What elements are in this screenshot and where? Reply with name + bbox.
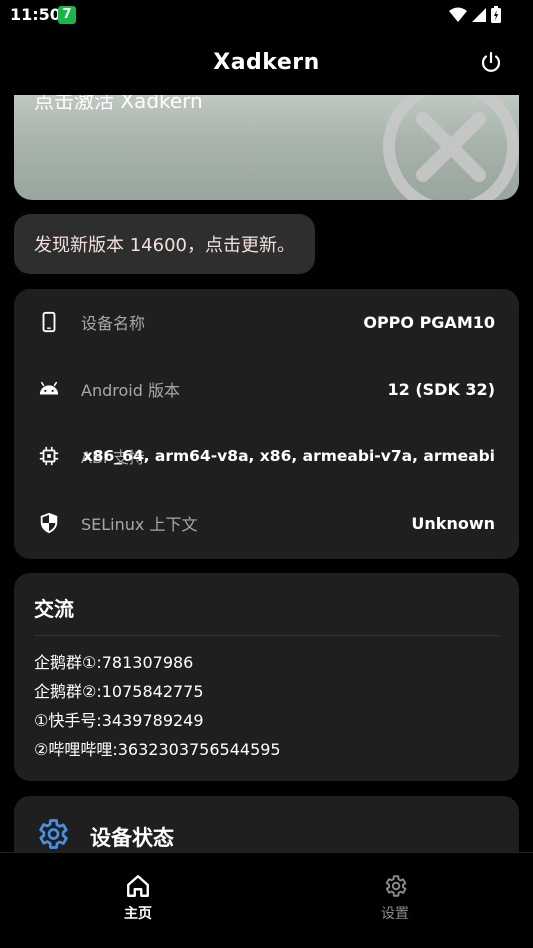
status-icons: [449, 6, 501, 23]
nav-label: 主页: [124, 906, 152, 922]
info-row-device-name: 设备名称 OPPO PGAM10: [14, 289, 519, 355]
close-circle-icon: [383, 95, 519, 200]
chip-icon: [39, 446, 59, 466]
status-bar: 11:50 7: [0, 0, 533, 30]
device-info-card: 设备名称 OPPO PGAM10 Android 版本 12 (SDK 32): [14, 289, 519, 559]
app-bar: Xadkern: [0, 30, 533, 94]
nav-item-home[interactable]: 主页: [78, 873, 198, 923]
phone-icon: [42, 311, 56, 333]
device-status-card[interactable]: 设备状态: [14, 796, 519, 852]
update-notice[interactable]: 发现新版本 14600，点击更新。: [14, 214, 315, 274]
main-content[interactable]: 点击激活 Xadkern 发现新版本 14600，点击更新。 设备名称 OPPO…: [0, 95, 533, 852]
status-time: 11:50: [10, 5, 61, 24]
banner-text: 点击激活 Xadkern: [34, 95, 203, 113]
device-status-title: 设备状态: [90, 826, 174, 850]
info-row-android-version: Android 版本 12 (SDK 32): [14, 356, 519, 422]
activation-banner[interactable]: 点击激活 Xadkern: [14, 95, 519, 200]
bottom-nav: 主页 设置: [0, 852, 533, 948]
power-icon[interactable]: [479, 50, 503, 74]
info-label: 设备名称: [81, 314, 146, 333]
battery-icon: [491, 6, 501, 23]
info-label: Android 版本: [81, 381, 180, 400]
info-value: Unknown: [411, 513, 495, 533]
gear-icon: [385, 875, 407, 897]
info-value: OPPO PGAM10: [363, 312, 495, 332]
communication-list: 企鹅群①:781307986 企鹅群②:1075842775 ①快手号:3439…: [34, 653, 281, 769]
wifi-icon: [449, 7, 467, 22]
nav-item-settings[interactable]: 设置: [335, 873, 455, 923]
nav-label: 设置: [381, 906, 409, 922]
list-item: 企鹅群①:781307986: [34, 653, 194, 672]
info-label: SELinux 上下文: [81, 515, 198, 534]
list-item: ②哔哩哔哩:3632303756544595: [34, 740, 281, 759]
info-value: 12 (SDK 32): [387, 379, 496, 399]
divider: [34, 635, 499, 636]
app-title: Xadkern: [213, 50, 320, 75]
notification-badge: 7: [58, 6, 76, 24]
list-item: ①快手号:3439789249: [34, 711, 204, 730]
info-value: x86_64, arm64-v8a, x86, armeabi-v7a, arm…: [82, 447, 495, 465]
android-icon: [39, 381, 59, 395]
list-item: 企鹅群②:1075842775: [34, 682, 204, 701]
info-row-selinux: SELinux 上下文 Unknown: [14, 490, 519, 556]
update-notice-text: 发现新版本 14600，点击更新。: [34, 235, 295, 256]
screen: 11:50 7 Xadkern 点击激活 Xadkern 发现新版本 14600…: [0, 0, 533, 948]
gear-icon: [39, 819, 68, 849]
home-icon: [127, 875, 149, 897]
shield-icon: [40, 512, 58, 534]
communication-card: 交流 企鹅群①:781307986 企鹅群②:1075842775 ①快手号:3…: [14, 573, 519, 781]
communication-title: 交流: [34, 597, 74, 621]
info-row-abi: ABI 支持 x86_64, arm64-v8a, x86, armeabi-v…: [14, 423, 519, 489]
signal-icon: [472, 7, 486, 22]
